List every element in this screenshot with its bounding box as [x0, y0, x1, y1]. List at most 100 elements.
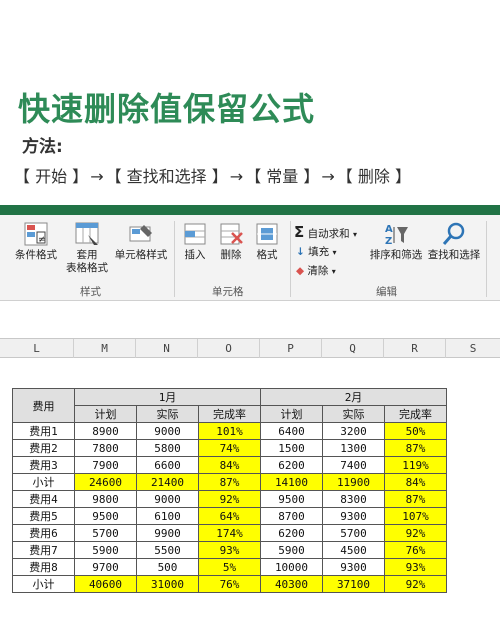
conditional-format-label: 条件格式	[15, 249, 57, 261]
cell[interactable]: 10000	[260, 558, 323, 576]
format-button[interactable]: 格式	[250, 221, 284, 262]
rate-cell[interactable]: 76%	[384, 541, 447, 559]
cell[interactable]: 8300	[322, 490, 385, 508]
rate-cell[interactable]: 93%	[384, 558, 447, 576]
cell[interactable]: 5900	[260, 541, 323, 559]
rate-cell[interactable]: 64%	[198, 507, 261, 525]
rate-cell[interactable]: 93%	[198, 541, 261, 559]
cell[interactable]: 500	[136, 558, 199, 576]
cell-style-button[interactable]: 单元格样式	[112, 221, 170, 262]
rate-cell[interactable]: 87%	[198, 473, 261, 491]
rate-cell[interactable]: 74%	[198, 439, 261, 457]
sub-header[interactable]: 完成率	[198, 405, 261, 423]
cell[interactable]: 5500	[136, 541, 199, 559]
delete-button[interactable]: 删除	[214, 221, 248, 262]
cell[interactable]: 1500	[260, 439, 323, 457]
cell[interactable]: 6400	[260, 422, 323, 440]
cell[interactable]: 6100	[136, 507, 199, 525]
rate-cell[interactable]: 76%	[198, 575, 261, 593]
column-header-M[interactable]: M	[74, 339, 136, 358]
cell[interactable]: 6200	[260, 456, 323, 474]
cell[interactable]: 9000	[136, 490, 199, 508]
month1-header[interactable]: 1月	[74, 388, 261, 406]
row-label[interactable]: 费用7	[12, 541, 75, 559]
cell[interactable]: 9000	[136, 422, 199, 440]
cell[interactable]: 14100	[260, 473, 323, 491]
cell[interactable]: 40600	[74, 575, 137, 593]
cell[interactable]: 24600	[74, 473, 137, 491]
cell[interactable]: 5700	[74, 524, 137, 542]
cell[interactable]: 8700	[260, 507, 323, 525]
cell[interactable]: 9300	[322, 507, 385, 525]
corner-header[interactable]: 费用	[12, 388, 75, 423]
rate-cell[interactable]: 92%	[384, 575, 447, 593]
column-header-R[interactable]: R	[384, 339, 446, 358]
cell[interactable]: 6200	[260, 524, 323, 542]
row-label[interactable]: 费用4	[12, 490, 75, 508]
conditional-format-button[interactable]: ≠ 条件格式	[10, 221, 62, 262]
cell[interactable]: 9900	[136, 524, 199, 542]
column-header-O[interactable]: O	[198, 339, 260, 358]
month2-header[interactable]: 2月	[260, 388, 447, 406]
cell[interactable]: 8900	[74, 422, 137, 440]
cell[interactable]: 1300	[322, 439, 385, 457]
row-label[interactable]: 费用3	[12, 456, 75, 474]
cell[interactable]: 37100	[322, 575, 385, 593]
rate-cell[interactable]: 107%	[384, 507, 447, 525]
cell[interactable]: 7800	[74, 439, 137, 457]
row-label[interactable]: 费用1	[12, 422, 75, 440]
sub-header[interactable]: 计划	[260, 405, 323, 423]
cell[interactable]: 4500	[322, 541, 385, 559]
cell[interactable]: 9700	[74, 558, 137, 576]
sort-filter-button[interactable]: AZ 排序和筛选	[368, 221, 424, 262]
row-label[interactable]: 费用6	[12, 524, 75, 542]
sub-header[interactable]: 完成率	[384, 405, 447, 423]
cell[interactable]: 40300	[260, 575, 323, 593]
cell[interactable]: 5900	[74, 541, 137, 559]
row-label[interactable]: 小计	[12, 473, 75, 491]
fill-button[interactable]: ↓ 填充 ▾	[296, 244, 337, 259]
column-header-L[interactable]: L	[0, 339, 74, 358]
delete-icon	[220, 223, 243, 245]
rate-cell[interactable]: 92%	[198, 490, 261, 508]
autosum-button[interactable]: Σ 自动求和 ▾	[294, 223, 357, 241]
sub-header[interactable]: 计划	[74, 405, 137, 423]
column-header-N[interactable]: N	[136, 339, 198, 358]
rate-cell[interactable]: 5%	[198, 558, 261, 576]
sub-header[interactable]: 实际	[322, 405, 385, 423]
cell[interactable]: 31000	[136, 575, 199, 593]
rate-cell[interactable]: 174%	[198, 524, 261, 542]
cell[interactable]: 7400	[322, 456, 385, 474]
cell[interactable]: 6600	[136, 456, 199, 474]
row-label[interactable]: 小计	[12, 575, 75, 593]
row-label[interactable]: 费用2	[12, 439, 75, 457]
column-header-P[interactable]: P	[260, 339, 322, 358]
find-select-button[interactable]: 查找和选择	[426, 221, 482, 262]
rate-cell[interactable]: 84%	[198, 456, 261, 474]
cell[interactable]: 5700	[322, 524, 385, 542]
cell[interactable]: 9800	[74, 490, 137, 508]
cell[interactable]: 3200	[322, 422, 385, 440]
rate-cell[interactable]: 84%	[384, 473, 447, 491]
rate-cell[interactable]: 92%	[384, 524, 447, 542]
row-label[interactable]: 费用5	[12, 507, 75, 525]
cell[interactable]: 21400	[136, 473, 199, 491]
rate-cell[interactable]: 119%	[384, 456, 447, 474]
row-label[interactable]: 费用8	[12, 558, 75, 576]
cell[interactable]: 9500	[260, 490, 323, 508]
rate-cell[interactable]: 87%	[384, 439, 447, 457]
sub-header[interactable]: 实际	[136, 405, 199, 423]
column-header-Q[interactable]: Q	[322, 339, 384, 358]
rate-cell[interactable]: 101%	[198, 422, 261, 440]
table-format-button[interactable]: 套用 表格格式	[62, 221, 112, 275]
cell[interactable]: 9500	[74, 507, 137, 525]
cell[interactable]: 5800	[136, 439, 199, 457]
column-header-S[interactable]: S	[446, 339, 500, 358]
insert-button[interactable]: 插入	[178, 221, 212, 262]
cell[interactable]: 9300	[322, 558, 385, 576]
rate-cell[interactable]: 50%	[384, 422, 447, 440]
rate-cell[interactable]: 87%	[384, 490, 447, 508]
cell[interactable]: 11900	[322, 473, 385, 491]
clear-button[interactable]: ◆ 清除 ▾	[296, 263, 336, 278]
cell[interactable]: 7900	[74, 456, 137, 474]
